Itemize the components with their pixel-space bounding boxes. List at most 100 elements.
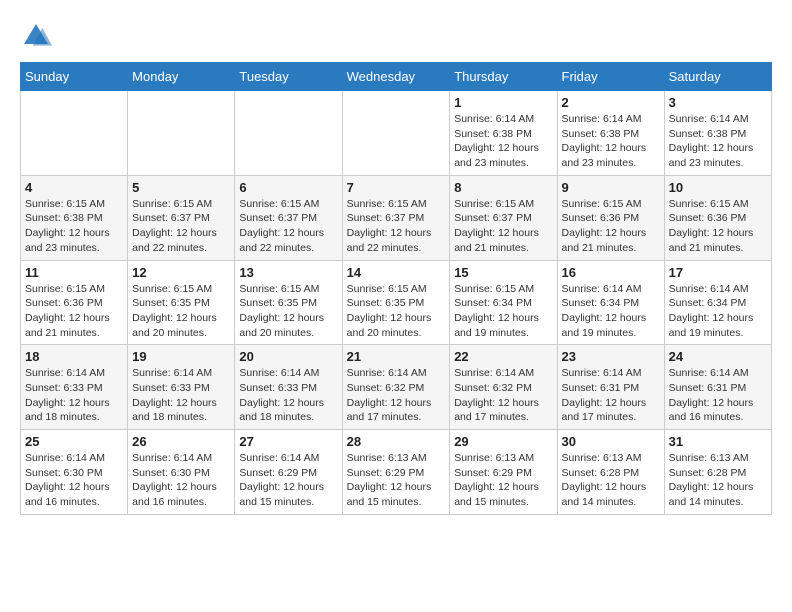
day-number: 6: [239, 180, 337, 195]
day-info: Sunrise: 6:14 AM Sunset: 6:34 PM Dayligh…: [669, 282, 767, 341]
calendar-cell: 24Sunrise: 6:14 AM Sunset: 6:31 PM Dayli…: [664, 345, 771, 430]
calendar-cell: [128, 91, 235, 176]
calendar-cell: 27Sunrise: 6:14 AM Sunset: 6:29 PM Dayli…: [235, 430, 342, 515]
day-info: Sunrise: 6:15 AM Sunset: 6:36 PM Dayligh…: [562, 197, 660, 256]
calendar-cell: 4 Sunrise: 6:15 AM Sunset: 6:38 PM Daylig…: [21, 175, 128, 260]
day-info: Sunrise: 6:14 AM Sunset: 6:38 PM Dayligh…: [669, 112, 767, 171]
weekday-thursday: Thursday: [450, 63, 557, 91]
day-number: 30: [562, 434, 660, 449]
day-info: Sunrise: 6:13 AM Sunset: 6:29 PM Dayligh…: [454, 451, 552, 510]
calendar-cell: 22 Sunrise: 6:14 AM Sunset: 6:32 PM Dayli…: [450, 345, 557, 430]
day-info: Sunrise: 6:14 AM Sunset: 6:30 PM Dayligh…: [132, 451, 230, 510]
day-info: Sunrise: 6:13 AM Sunset: 6:28 PM Dayligh…: [669, 451, 767, 510]
day-info: Sunrise: 6:15 AM Sunset: 6:36 PM Dayligh…: [669, 197, 767, 256]
calendar-cell: 18 Sunrise: 6:14 AM Sunset: 6:33 PM Dayli…: [21, 345, 128, 430]
calendar-cell: 28 Sunrise: 6:13 AM Sunset: 6:29 PM Dayli…: [342, 430, 450, 515]
day-number: 4: [25, 180, 123, 195]
calendar-cell: [235, 91, 342, 176]
day-number: 11: [25, 265, 123, 280]
calendar-cell: 1 Sunrise: 6:14 AM Sunset: 6:38 PM Daylig…: [450, 91, 557, 176]
calendar-cell: 26 Sunrise: 6:14 AM Sunset: 6:30 PM Dayli…: [128, 430, 235, 515]
day-number: 15: [454, 265, 552, 280]
calendar-cell: 10 Sunrise: 6:15 AM Sunset: 6:36 PM Dayli…: [664, 175, 771, 260]
calendar-cell: 19Sunrise: 6:14 AM Sunset: 6:33 PM Dayli…: [128, 345, 235, 430]
day-number: 29: [454, 434, 552, 449]
calendar-cell: 20Sunrise: 6:14 AM Sunset: 6:33 PM Dayli…: [235, 345, 342, 430]
day-number: 20: [239, 349, 337, 364]
calendar-cell: 21Sunrise: 6:14 AM Sunset: 6:32 PM Dayli…: [342, 345, 450, 430]
day-info: Sunrise: 6:15 AM Sunset: 6:35 PM Dayligh…: [347, 282, 446, 341]
calendar-cell: 15 Sunrise: 6:15 AM Sunset: 6:34 PM Dayli…: [450, 260, 557, 345]
week-row-1: 1 Sunrise: 6:14 AM Sunset: 6:38 PM Daylig…: [21, 91, 772, 176]
calendar-cell: 29 Sunrise: 6:13 AM Sunset: 6:29 PM Dayli…: [450, 430, 557, 515]
logo: [20, 20, 58, 52]
weekday-saturday: Saturday: [664, 63, 771, 91]
header: [20, 20, 772, 52]
week-row-4: 18 Sunrise: 6:14 AM Sunset: 6:33 PM Dayli…: [21, 345, 772, 430]
calendar-cell: 23 Sunrise: 6:14 AM Sunset: 6:31 PM Dayli…: [557, 345, 664, 430]
weekday-sunday: Sunday: [21, 63, 128, 91]
day-number: 13: [239, 265, 337, 280]
weekday-header-row: SundayMondayTuesdayWednesdayThursdayFrid…: [21, 63, 772, 91]
week-row-5: 25 Sunrise: 6:14 AM Sunset: 6:30 PM Dayli…: [21, 430, 772, 515]
day-info: Sunrise: 6:13 AM Sunset: 6:29 PM Dayligh…: [347, 451, 446, 510]
day-info: Sunrise: 6:15 AM Sunset: 6:35 PM Dayligh…: [239, 282, 337, 341]
day-info: Sunrise: 6:13 AM Sunset: 6:28 PM Dayligh…: [562, 451, 660, 510]
day-number: 14: [347, 265, 446, 280]
day-number: 17: [669, 265, 767, 280]
day-info: Sunrise: 6:14 AM Sunset: 6:38 PM Dayligh…: [454, 112, 552, 171]
calendar-cell: [21, 91, 128, 176]
calendar-cell: 8Sunrise: 6:15 AM Sunset: 6:37 PM Daylig…: [450, 175, 557, 260]
calendar-table: SundayMondayTuesdayWednesdayThursdayFrid…: [20, 62, 772, 515]
weekday-wednesday: Wednesday: [342, 63, 450, 91]
calendar-cell: 7 Sunrise: 6:15 AM Sunset: 6:37 PM Daylig…: [342, 175, 450, 260]
day-number: 5: [132, 180, 230, 195]
day-number: 12: [132, 265, 230, 280]
day-info: Sunrise: 6:14 AM Sunset: 6:34 PM Dayligh…: [562, 282, 660, 341]
calendar-cell: 31 Sunrise: 6:13 AM Sunset: 6:28 PM Dayli…: [664, 430, 771, 515]
calendar-cell: 14 Sunrise: 6:15 AM Sunset: 6:35 PM Dayli…: [342, 260, 450, 345]
day-number: 8: [454, 180, 552, 195]
day-info: Sunrise: 6:14 AM Sunset: 6:31 PM Dayligh…: [562, 366, 660, 425]
week-row-3: 11 Sunrise: 6:15 AM Sunset: 6:36 PM Dayli…: [21, 260, 772, 345]
day-info: Sunrise: 6:15 AM Sunset: 6:34 PM Dayligh…: [454, 282, 552, 341]
day-number: 1: [454, 95, 552, 110]
day-info: Sunrise: 6:14 AM Sunset: 6:29 PM Dayligh…: [239, 451, 337, 510]
calendar-cell: 5 Sunrise: 6:15 AM Sunset: 6:37 PM Daylig…: [128, 175, 235, 260]
calendar-cell: 30 Sunrise: 6:13 AM Sunset: 6:28 PM Dayli…: [557, 430, 664, 515]
day-info: Sunrise: 6:15 AM Sunset: 6:37 PM Dayligh…: [347, 197, 446, 256]
calendar-cell: 9 Sunrise: 6:15 AM Sunset: 6:36 PM Daylig…: [557, 175, 664, 260]
calendar-cell: 17 Sunrise: 6:14 AM Sunset: 6:34 PM Dayli…: [664, 260, 771, 345]
day-number: 7: [347, 180, 446, 195]
calendar-cell: 25 Sunrise: 6:14 AM Sunset: 6:30 PM Dayli…: [21, 430, 128, 515]
weekday-friday: Friday: [557, 63, 664, 91]
calendar-cell: 2Sunrise: 6:14 AM Sunset: 6:38 PM Daylig…: [557, 91, 664, 176]
day-info: Sunrise: 6:15 AM Sunset: 6:38 PM Dayligh…: [25, 197, 123, 256]
day-info: Sunrise: 6:14 AM Sunset: 6:30 PM Dayligh…: [25, 451, 123, 510]
day-number: 22: [454, 349, 552, 364]
day-info: Sunrise: 6:15 AM Sunset: 6:35 PM Dayligh…: [132, 282, 230, 341]
day-number: 25: [25, 434, 123, 449]
weekday-tuesday: Tuesday: [235, 63, 342, 91]
calendar-cell: 13 Sunrise: 6:15 AM Sunset: 6:35 PM Dayli…: [235, 260, 342, 345]
day-number: 23: [562, 349, 660, 364]
day-number: 16: [562, 265, 660, 280]
calendar-cell: 6 Sunrise: 6:15 AM Sunset: 6:37 PM Daylig…: [235, 175, 342, 260]
day-number: 31: [669, 434, 767, 449]
day-info: Sunrise: 6:14 AM Sunset: 6:32 PM Dayligh…: [347, 366, 446, 425]
day-info: Sunrise: 6:14 AM Sunset: 6:32 PM Dayligh…: [454, 366, 552, 425]
day-number: 3: [669, 95, 767, 110]
day-info: Sunrise: 6:15 AM Sunset: 6:37 PM Dayligh…: [239, 197, 337, 256]
day-info: Sunrise: 6:15 AM Sunset: 6:37 PM Dayligh…: [132, 197, 230, 256]
day-number: 9: [562, 180, 660, 195]
day-number: 26: [132, 434, 230, 449]
day-number: 19: [132, 349, 230, 364]
day-number: 24: [669, 349, 767, 364]
day-number: 10: [669, 180, 767, 195]
calendar-cell: 12 Sunrise: 6:15 AM Sunset: 6:35 PM Dayli…: [128, 260, 235, 345]
calendar-cell: 3 Sunrise: 6:14 AM Sunset: 6:38 PM Daylig…: [664, 91, 771, 176]
day-info: Sunrise: 6:15 AM Sunset: 6:36 PM Dayligh…: [25, 282, 123, 341]
day-number: 18: [25, 349, 123, 364]
day-number: 28: [347, 434, 446, 449]
day-info: Sunrise: 6:14 AM Sunset: 6:33 PM Dayligh…: [25, 366, 123, 425]
